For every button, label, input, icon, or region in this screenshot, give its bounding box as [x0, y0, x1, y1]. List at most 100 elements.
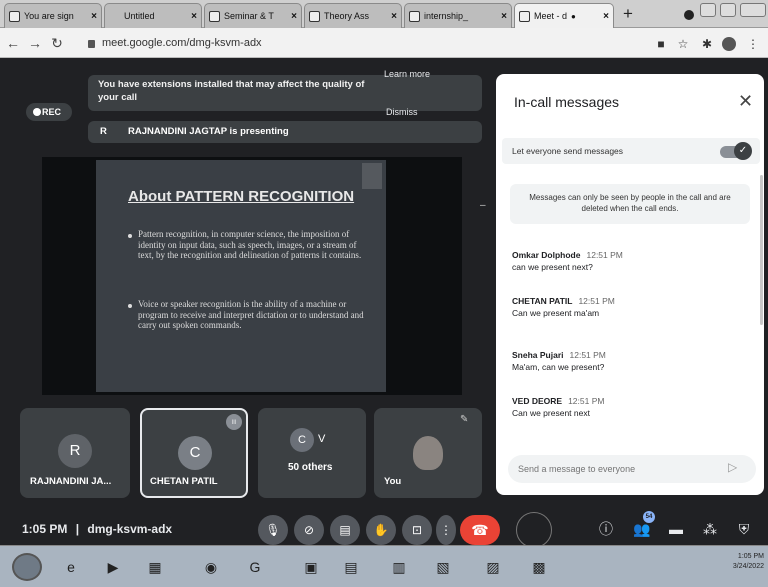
- media-player-icon[interactable]: ▶: [98, 553, 128, 581]
- sender-name: CHETAN PATIL: [512, 296, 573, 306]
- check-icon[interactable]: ✓: [734, 142, 752, 160]
- message-time: 12:51 PM: [568, 396, 605, 406]
- address-bar-row: ← → ↻ meet.google.com/dmg-ksvm-adx ■ ☆ ✱…: [0, 28, 768, 58]
- send-messages-label: Let everyone send messages: [512, 146, 624, 156]
- url-field[interactable]: meet.google.com/dmg-ksvm-adx: [82, 32, 642, 54]
- close-tab-icon[interactable]: ×: [497, 11, 507, 22]
- start-button[interactable]: [12, 553, 42, 581]
- presenting-banner: R RAJNANDINI JAGTAP is presenting: [88, 121, 482, 143]
- extensions-puzzle-icon[interactable]: ✱: [700, 37, 714, 51]
- meeting-info-icon[interactable]: ⓘ: [594, 517, 618, 541]
- app-icon[interactable]: ▧: [428, 553, 458, 581]
- tab-search-icon[interactable]: [684, 10, 694, 20]
- close-tab-icon[interactable]: ×: [599, 11, 609, 22]
- screen: You are sign × Untitled × Seminar & T × …: [0, 0, 768, 587]
- page-favicon-icon: [9, 10, 20, 22]
- browser-tab[interactable]: Untitled ×: [104, 3, 202, 28]
- activities-icon[interactable]: ⁂: [698, 517, 722, 541]
- minimize-window-button[interactable]: [700, 3, 716, 17]
- captions-button[interactable]: ▤: [330, 515, 360, 545]
- tab-title: Untitled: [124, 11, 155, 21]
- meeting-details: 1:05 PM | dmg-ksvm-adx: [22, 522, 172, 536]
- app-icon[interactable]: ▩: [524, 553, 554, 581]
- profile-avatar[interactable]: [722, 37, 736, 51]
- participant-name: CHETAN PATIL: [150, 476, 218, 487]
- participant-tile-speaking[interactable]: C CHETAN PATIL ıı: [140, 408, 248, 498]
- dismiss-button[interactable]: Dismiss: [386, 107, 418, 117]
- close-icon[interactable]: ✕: [738, 91, 753, 112]
- send-icon[interactable]: ▷: [728, 460, 737, 474]
- tray-time: 1:05 PM: [737, 553, 764, 560]
- message-input[interactable]: [518, 461, 718, 477]
- tab-title: Meet - d: [534, 11, 568, 21]
- others-tile[interactable]: C V 50 others: [258, 408, 366, 498]
- close-tab-icon[interactable]: ×: [287, 11, 297, 22]
- close-tab-icon[interactable]: ×: [187, 11, 197, 22]
- slide-bullet-text: Voice or speaker recognition is the abil…: [138, 299, 364, 330]
- close-window-button[interactable]: [740, 3, 766, 17]
- people-count-badge: 54: [643, 511, 655, 523]
- recording-dot-icon: [33, 108, 41, 116]
- gmail-icon: [209, 10, 220, 22]
- others-count-label: 50 others: [288, 462, 333, 473]
- presenter-initial: R: [100, 126, 107, 137]
- message-time: 12:51 PM: [586, 250, 623, 260]
- app-icon[interactable]: ▨: [478, 553, 508, 581]
- browser-tab[interactable]: You are sign ×: [4, 3, 102, 28]
- app-icon[interactable]: ▣: [296, 553, 326, 581]
- system-tray[interactable]: 1:05 PM 3/24/2022: [692, 552, 764, 582]
- extensions-warning-banner: You have extensions installed that may a…: [88, 75, 482, 111]
- bookmark-star-icon[interactable]: ☆: [676, 37, 690, 51]
- sender-name: VED DEORE: [512, 396, 563, 406]
- tab-title: Seminar & T: [224, 11, 274, 21]
- ie-icon[interactable]: e: [56, 553, 86, 581]
- lock-icon[interactable]: [88, 40, 95, 48]
- separator: |: [75, 522, 80, 536]
- camera-in-use-icon[interactable]: ■: [654, 37, 668, 51]
- mic-off-button[interactable]: 🎙: [258, 515, 288, 545]
- participant-avatar: C: [178, 436, 212, 470]
- more-options-button[interactable]: ⋮: [436, 515, 456, 545]
- browser-tab[interactable]: internship_ ×: [404, 3, 512, 28]
- recording-dot-icon: ●: [571, 11, 576, 21]
- browser-menu-icon[interactable]: ⋮: [746, 37, 760, 51]
- learn-more-link[interactable]: Learn more: [384, 69, 430, 79]
- camera-off-button[interactable]: ⊘: [294, 515, 324, 545]
- reload-icon[interactable]: ↻: [48, 33, 66, 53]
- app-icon[interactable]: ▥: [384, 553, 414, 581]
- back-arrow-icon[interactable]: ←: [4, 33, 22, 53]
- end-call-button[interactable]: ☎: [460, 515, 500, 545]
- app-icon[interactable]: ▤: [336, 553, 366, 581]
- raise-hand-button[interactable]: ✋: [366, 515, 396, 545]
- tab-title: Theory Ass: [324, 11, 370, 21]
- browser-tab[interactable]: Theory Ass ×: [304, 3, 402, 28]
- url-text: meet.google.com/dmg-ksvm-adx: [102, 37, 262, 49]
- present-now-button[interactable]: ⊡: [402, 515, 432, 545]
- meet-icon: [519, 10, 530, 22]
- slide-title: About PATTERN RECOGNITION: [128, 188, 355, 205]
- participant-avatar: R: [58, 434, 92, 468]
- sender-name: Omkar Dolphode: [512, 250, 581, 260]
- self-tile[interactable]: You ✎: [374, 408, 482, 498]
- participant-tile[interactable]: R RAJNANDINI JA...: [20, 408, 130, 498]
- message-text: Can we present ma'am: [512, 308, 600, 318]
- app-icon[interactable]: G: [240, 553, 270, 581]
- participant-avatar: V: [318, 433, 326, 445]
- maximize-window-button[interactable]: [720, 3, 736, 17]
- chrome-icon[interactable]: ◉: [196, 553, 226, 581]
- browser-tab-active[interactable]: Meet - d ● ×: [514, 3, 614, 28]
- close-tab-icon[interactable]: ×: [387, 11, 397, 22]
- host-controls-icon[interactable]: ⛨: [732, 517, 756, 541]
- bullet-icon: [128, 234, 132, 238]
- forward-arrow-icon[interactable]: →: [26, 33, 44, 53]
- chat-scrollbar[interactable]: [760, 175, 763, 325]
- app-icon[interactable]: ▦: [140, 553, 170, 581]
- message-text: Ma'am, can we present?: [512, 362, 605, 372]
- chat-icon[interactable]: ▬: [664, 517, 688, 541]
- close-tab-icon[interactable]: ×: [87, 11, 97, 22]
- meeting-time: 1:05 PM: [22, 522, 68, 536]
- slide-scrollbar: [362, 163, 382, 189]
- new-tab-button[interactable]: +: [618, 4, 638, 24]
- chat-notice: Messages can only be seen by people in t…: [510, 184, 750, 224]
- browser-tab[interactable]: Seminar & T ×: [204, 3, 302, 28]
